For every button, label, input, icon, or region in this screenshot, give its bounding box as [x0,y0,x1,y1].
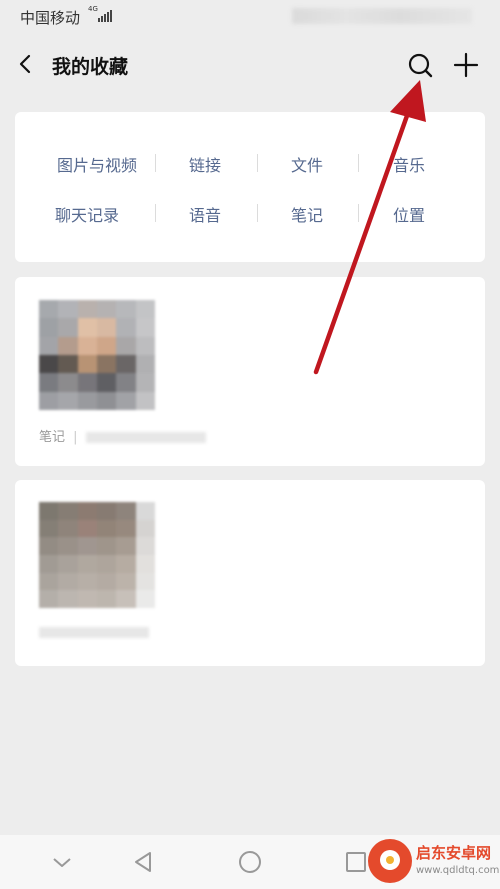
favorite-thumbnail [39,300,155,410]
nav-hide-button[interactable] [48,848,76,876]
search-button[interactable] [404,49,436,81]
favorite-meta [39,625,149,640]
favorite-item[interactable]: 笔记 | [15,277,485,466]
divider [358,154,359,172]
plus-icon [453,52,479,78]
category-card: 图片与视频 链接 文件 音乐 聊天记录 语音 笔记 位置 [15,112,485,262]
watermark-title: 启东安卓网 [416,844,492,862]
favorite-meta: 笔记 | [39,426,206,445]
nav-home-button[interactable] [236,848,264,876]
nav-back-button[interactable] [130,848,158,876]
status-icons-blurred [292,8,472,24]
back-triangle-icon [135,852,151,872]
watermark-url: www.qdldtq.com [416,865,500,876]
divider [155,154,156,172]
divider [155,204,156,222]
status-bar: 中国移动 4G [0,0,500,34]
category-links[interactable]: 链接 [154,152,256,176]
watermark: 启东安卓网 www.qdldtq.com [368,839,499,883]
category-voice[interactable]: 语音 [154,202,256,226]
network-label: 4G [88,5,98,13]
favorite-source-blurred [39,627,149,638]
category-chat-history[interactable]: 聊天记录 [36,202,138,226]
category-files[interactable]: 文件 [256,152,358,176]
divider [257,204,258,222]
page-title: 我的收藏 [52,56,129,78]
nav-recent-button[interactable] [342,848,370,876]
recent-square-icon [346,852,366,872]
search-icon [408,53,433,78]
divider [358,204,359,222]
signal-icon [98,10,112,22]
category-images-videos[interactable]: 图片与视频 [46,152,148,176]
header: 我的收藏 [0,34,500,94]
chevron-left-icon [19,54,31,74]
add-button[interactable] [450,49,482,81]
favorite-thumbnail [39,502,155,608]
home-circle-icon [239,851,261,873]
carrier-label: 中国移动 [20,9,81,27]
category-music[interactable]: 音乐 [358,152,460,176]
divider [257,154,258,172]
watermark-logo-icon [368,839,412,883]
favorite-source-blurred [85,432,206,443]
chevron-down-icon [53,858,71,867]
favorite-type-label: 笔记 [39,430,66,445]
category-location[interactable]: 位置 [358,202,460,226]
back-button[interactable] [14,50,38,78]
category-notes[interactable]: 笔记 [256,202,358,226]
favorite-item[interactable] [15,480,485,666]
